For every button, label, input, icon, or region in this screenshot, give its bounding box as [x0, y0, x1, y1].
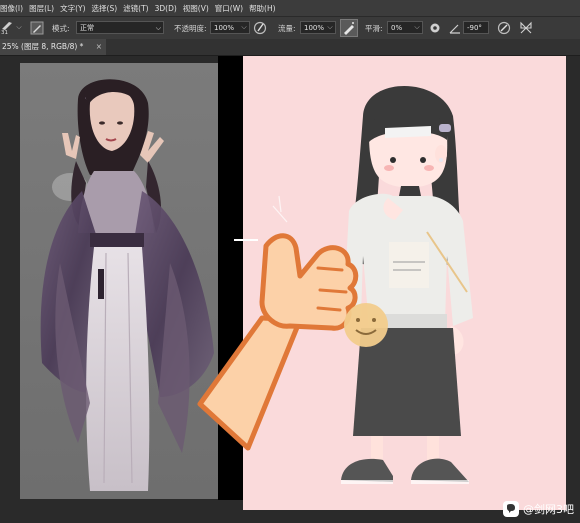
- opacity-label: 不透明度:: [174, 24, 207, 33]
- options-bar: 31 ⌵ 模式: 正常 ⌵ 不透明度: 100% ⌵ 流量: 100% ⌵ 平滑…: [0, 16, 580, 40]
- opacity-value: 100%: [214, 24, 235, 32]
- menu-bar: 图像(I) 图层(L) 文字(Y) 选择(S) 滤镜(T) 3D(D) 视图(V…: [0, 0, 580, 16]
- flow-slider-caret[interactable]: ⌵: [325, 21, 335, 34]
- illustration-canvas[interactable]: [243, 56, 566, 510]
- chevron-down-icon: ⌵: [155, 24, 161, 32]
- smoothing-slider-caret[interactable]: ⌵: [412, 21, 422, 34]
- pressure-size-button[interactable]: [496, 20, 512, 36]
- reference-photo-canvas[interactable]: [20, 63, 218, 499]
- close-icon[interactable]: ×: [96, 39, 102, 55]
- menu-image[interactable]: 图像(I): [0, 3, 23, 14]
- symmetry-button[interactable]: [518, 20, 534, 36]
- menu-layer[interactable]: 图层(L): [29, 3, 54, 14]
- opacity-slider-caret[interactable]: ⌵: [239, 21, 249, 34]
- pen-size-pressure-icon: [497, 21, 511, 35]
- mode-select[interactable]: 正常 ⌵: [76, 21, 164, 34]
- airbrush-icon: [344, 22, 354, 35]
- smoothing-value: 0%: [391, 24, 403, 32]
- watermark-text: @剑网3吧: [523, 503, 574, 516]
- angle-value: -90°: [467, 24, 482, 32]
- document-tab-bar: 25% (图层 8, RGB/8) * ×: [0, 39, 580, 56]
- menu-type[interactable]: 文字(Y): [60, 3, 85, 14]
- pen-pressure-icon: [253, 21, 267, 35]
- smoothing-label: 平滑:: [365, 24, 383, 33]
- menu-filter[interactable]: 滤镜(T): [123, 3, 148, 14]
- mode-value: 正常: [80, 24, 94, 32]
- pressure-opacity-button[interactable]: [252, 20, 268, 36]
- brush-size-label: 31: [1, 30, 8, 36]
- brush-angle-icon: [447, 20, 463, 36]
- butterfly-icon: [520, 21, 532, 34]
- watermark: @剑网3吧: [503, 501, 574, 517]
- character-render-image: [20, 63, 218, 499]
- flow-label: 流量:: [278, 24, 296, 33]
- flow-value: 100%: [304, 24, 325, 32]
- menu-view[interactable]: 视图(V): [183, 3, 209, 14]
- document-tab[interactable]: 25% (图层 8, RGB/8) * ×: [0, 39, 106, 55]
- smoothing-options-button[interactable]: [427, 20, 443, 36]
- menu-help[interactable]: 帮助(H): [249, 3, 276, 14]
- angle-icon: [449, 24, 460, 34]
- chat-bubble-logo-icon: [503, 501, 519, 517]
- brush-settings-toggle[interactable]: [29, 20, 45, 36]
- menu-3d[interactable]: 3D(D): [155, 4, 177, 13]
- document-tab-title: 25% (图层 8, RGB/8) *: [2, 42, 84, 51]
- angle-field[interactable]: -90°: [463, 21, 489, 34]
- menu-select[interactable]: 选择(S): [92, 3, 118, 14]
- mode-label: 模式:: [52, 24, 70, 33]
- airbrush-toggle[interactable]: [340, 19, 358, 37]
- brush-preset-caret[interactable]: ⌵: [14, 21, 24, 34]
- cartoon-girl-illustration: [272, 86, 473, 484]
- gear-icon: [430, 23, 440, 33]
- brush-panel-icon: [30, 21, 44, 35]
- menu-window[interactable]: 窗口(W): [215, 3, 243, 14]
- canvas-gap: [218, 56, 243, 500]
